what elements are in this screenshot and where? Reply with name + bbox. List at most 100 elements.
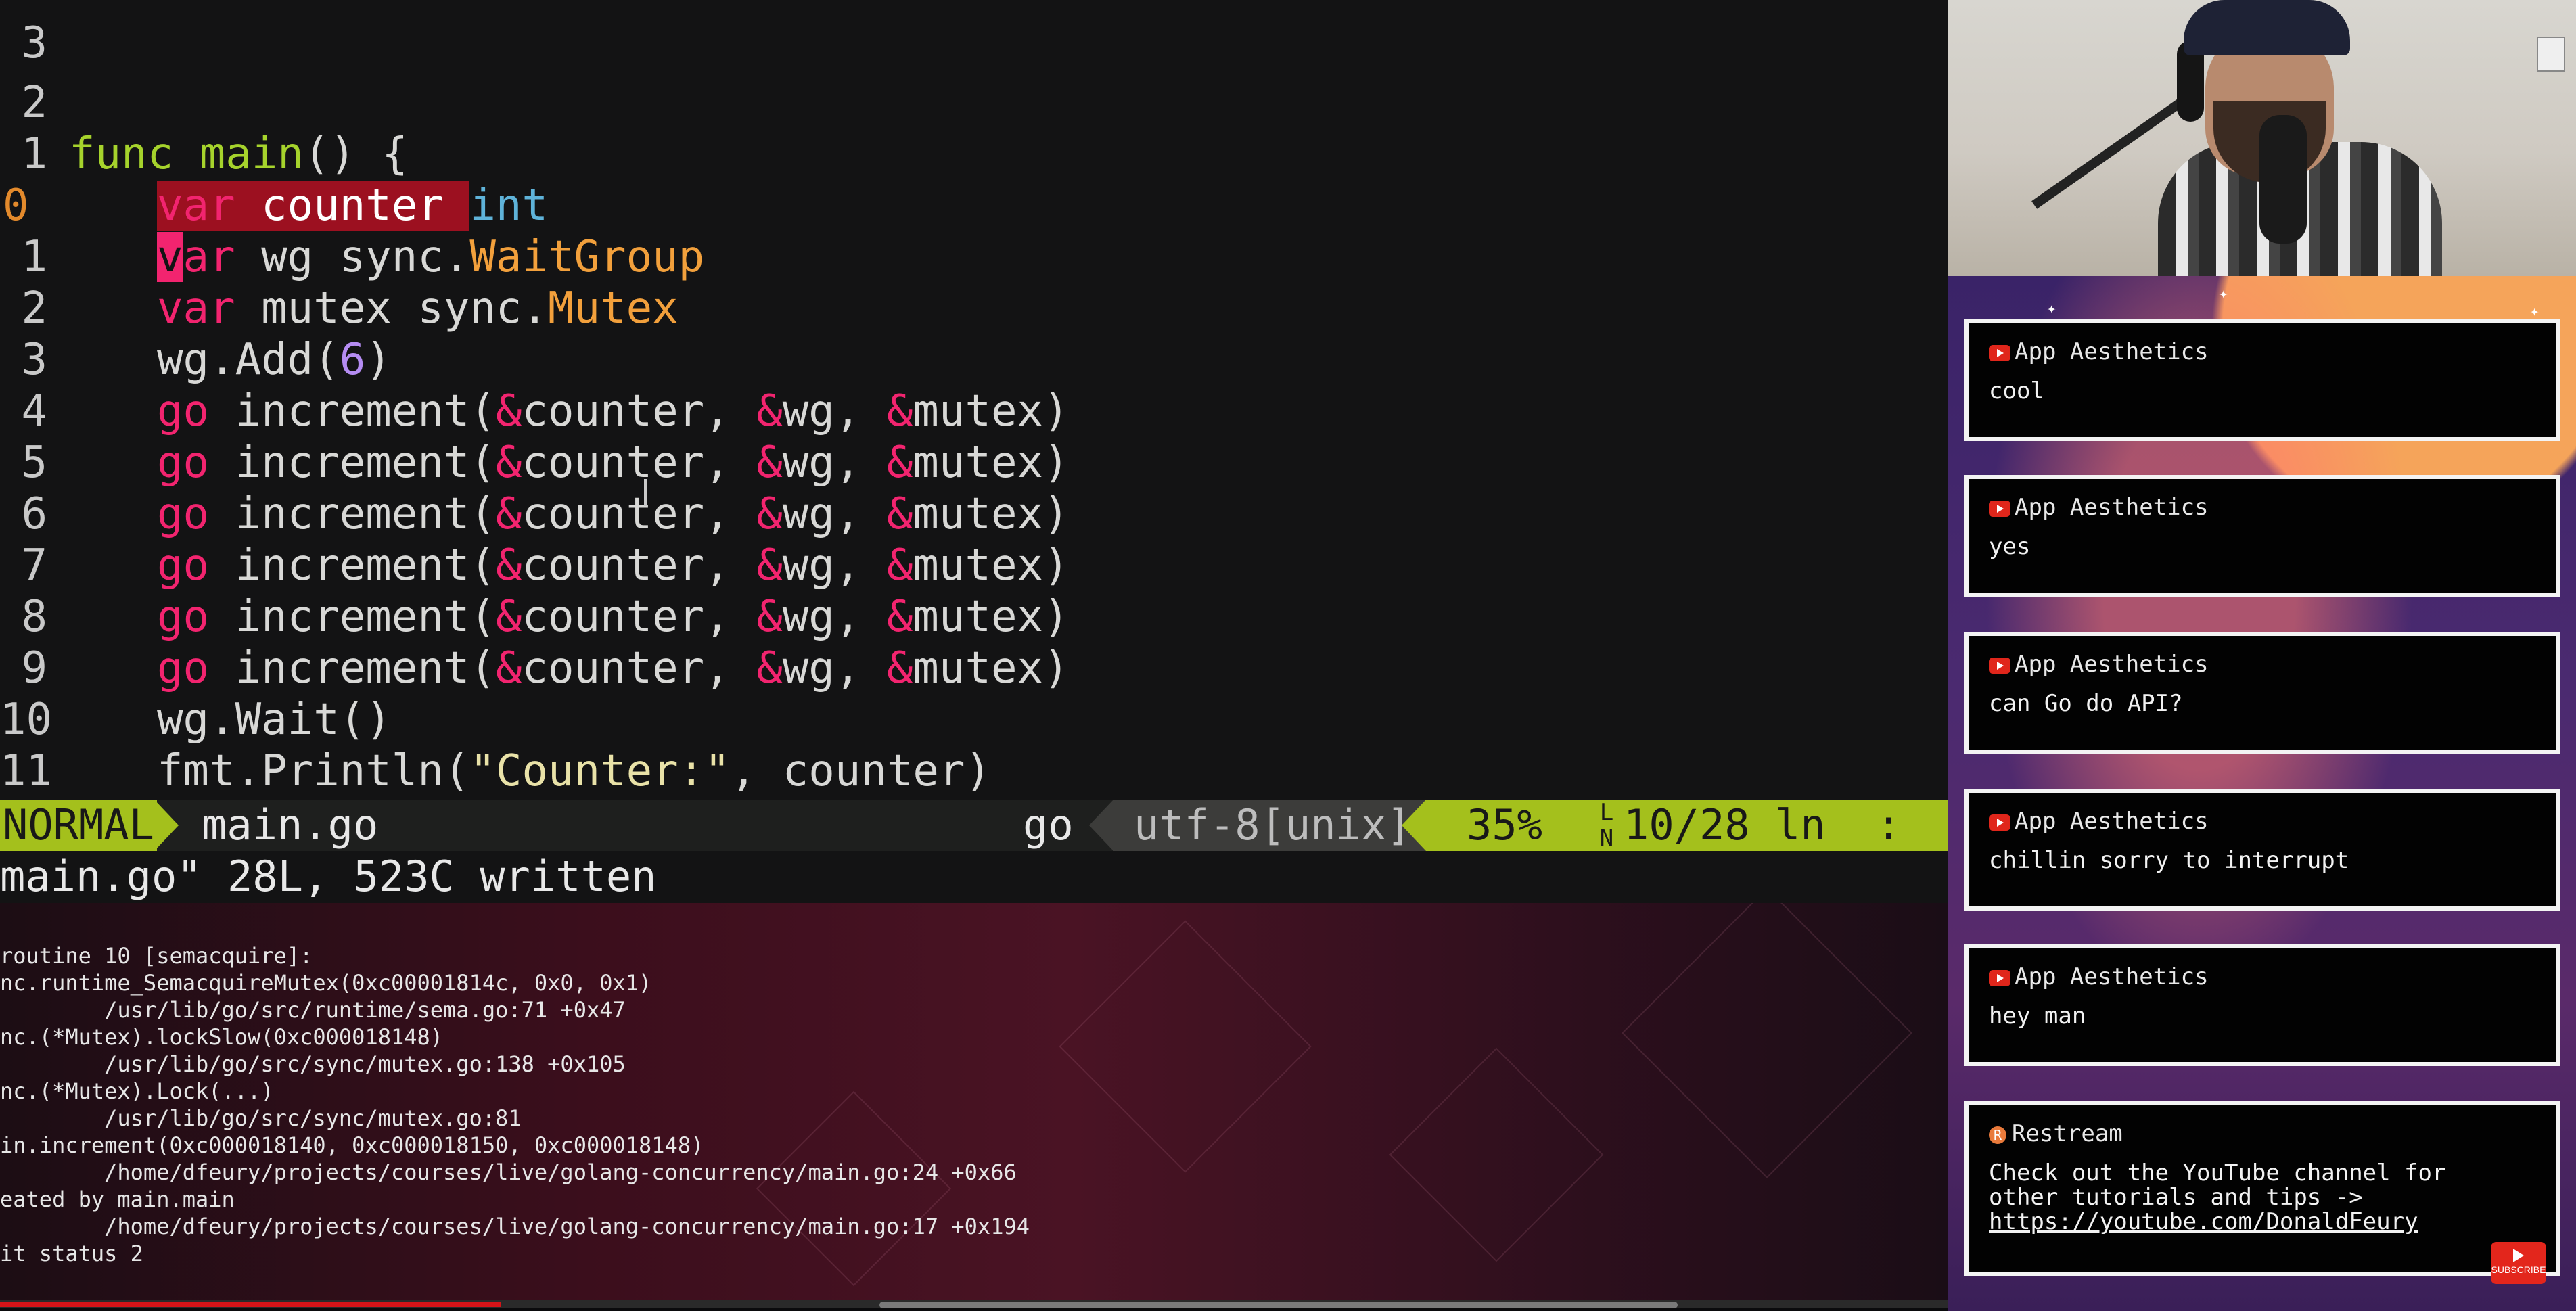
chat-message: App Aesthetics can Go do API? <box>1964 632 2560 754</box>
arg: wg, <box>782 540 887 591</box>
vim-statusline: NORMAL main.go go utf-8[unix] 35% LN 10/… <box>0 800 1948 851</box>
code-text: wg.Add(6) <box>157 334 392 386</box>
code-line: 10 fmt.Println("Counter:", counter) <box>0 643 991 796</box>
code-text: wg.Wait() <box>157 695 392 745</box>
chat-text: hey man <box>1989 1003 2086 1030</box>
arg: mutex) <box>913 643 1070 693</box>
amp-operator: & <box>756 592 783 642</box>
type-name: int <box>469 181 548 231</box>
code-text: go increment(&counter, &wg, &mutex) <box>157 591 1070 643</box>
filetype: go <box>1023 800 1074 850</box>
chat-author: Restream <box>2012 1120 2123 1147</box>
arg: mutex) <box>913 592 1070 642</box>
code-line-current: 0 var wg sync.WaitGroup <box>0 129 704 282</box>
arg: mutex) <box>913 386 1070 436</box>
code-call: increment( <box>209 540 496 591</box>
cursor-position: 10/28 ln : 5 <box>1624 800 1948 850</box>
ln-icon-bottom: N <box>1599 825 1614 852</box>
amp-operator: & <box>886 438 913 488</box>
code-text: var mutex sync.Mutex <box>157 283 678 334</box>
amp-operator: & <box>495 438 522 488</box>
code-line: 9 wg.Wait() <box>0 591 391 745</box>
amp-operator: & <box>886 592 913 642</box>
terminal-line: /usr/lib/go/src/sync/mutex.go:138 +0x105 <box>0 1051 626 1077</box>
code-punct: () { <box>303 129 408 179</box>
cursor-position-section: 35% LN 10/28 ln : 5 <box>1426 800 1948 851</box>
chat-message: R Restream Check out the YouTube channel … <box>1964 1101 2560 1276</box>
keyword-go: go <box>157 540 210 591</box>
amp-operator: & <box>886 386 913 436</box>
chat-text: Check out the YouTube channel for <box>1989 1159 2446 1187</box>
code-text: go increment(&counter, &wg, &mutex) <box>157 540 1070 591</box>
code-line: 6 go increment(&counter, &wg, &mutex) <box>0 437 1069 591</box>
chat-author-row: App Aesthetics <box>1989 649 2209 679</box>
file-encoding: utf-8[unix] <box>1113 800 1412 851</box>
microphone <box>2259 115 2307 244</box>
chat-text: chillin sorry to interrupt <box>1989 847 2349 874</box>
identifier: mutex sync. <box>235 283 548 334</box>
line-number-icon: LN <box>1596 800 1617 851</box>
code-line: 11 } <box>0 694 104 848</box>
vim-editor[interactable]: 3 2 func main() { 1 var counter int 0 va… <box>0 0 1948 903</box>
amp-operator: & <box>886 540 913 591</box>
chat-author-row: R Restream <box>1989 1119 2123 1149</box>
chat-author: App Aesthetics <box>2015 338 2209 365</box>
terminal-line: routine 10 [semacquire]: <box>0 943 313 969</box>
code-call: increment( <box>209 592 496 642</box>
keyword-go: go <box>157 489 210 539</box>
chat-author: App Aesthetics <box>2015 494 2209 521</box>
terminal-line: it status 2 <box>0 1241 143 1266</box>
arg: wg, <box>782 386 887 436</box>
amp-operator: & <box>495 540 522 591</box>
star-icon: ✦ <box>2219 285 2228 302</box>
code-text: var counter int <box>157 180 548 231</box>
code-line: 4 go increment(&counter, &wg, &mutex) <box>0 334 1069 488</box>
youtube-icon <box>1989 814 2010 831</box>
video-progress-bar[interactable] <box>0 1302 501 1307</box>
code-line: 1 var mutex sync.Mutex <box>0 180 678 334</box>
subscribe-label: SUBSCRIBE <box>2491 1264 2546 1275</box>
star-icon: ✦ <box>2530 303 2539 320</box>
code-text: go increment(&counter, &wg, &mutex) <box>157 643 1070 694</box>
youtube-icon <box>1989 657 2010 674</box>
terminal-line: in.increment(0xc000018140, 0xc000018150,… <box>0 1132 704 1158</box>
filename: main.go <box>202 800 379 850</box>
identifier: wg sync. <box>235 232 470 282</box>
chat-text: cool <box>1989 377 2044 405</box>
background-diamond-shape <box>1622 903 1912 1178</box>
chat-message: App Aesthetics hey man <box>1964 944 2560 1066</box>
chat-author-row: App Aesthetics <box>1989 806 2209 836</box>
amp-operator: & <box>756 489 783 539</box>
type-name: WaitGroup <box>469 232 705 282</box>
code-punct: , counter) <box>730 746 991 796</box>
terminal-line: nc.(*Mutex).Lock(...) <box>0 1078 274 1104</box>
arg: mutex) <box>913 489 1070 539</box>
powerline-arrow-icon <box>1089 800 1113 851</box>
background-diamond-shape <box>756 1090 952 1287</box>
terminal-output[interactable]: routine 10 [semacquire]: nc.runtime_Sema… <box>0 903 1948 1306</box>
subscribe-button[interactable]: SUBSCRIBE <box>2491 1242 2546 1284</box>
code-line: 2 func main() { <box>0 26 407 179</box>
scrollbar-handle[interactable] <box>879 1302 1678 1308</box>
chat-author: App Aesthetics <box>2015 651 2209 678</box>
command-message: main.go" 28L, 523C written <box>0 852 657 901</box>
youtube-icon <box>1989 344 2010 361</box>
code-text: fmt.Println("Counter:", counter) <box>157 745 991 797</box>
arg: counter, <box>522 540 757 591</box>
chat-link[interactable]: https://youtube.com/DonaldFeury <box>1989 1210 2418 1234</box>
keyword-go: go <box>157 386 210 436</box>
powerline-arrow-icon <box>1402 800 1426 851</box>
amp-operator: & <box>495 643 522 693</box>
amp-operator: & <box>495 386 522 436</box>
chat-text: other tutorials and tips -> <box>1989 1184 2363 1211</box>
amp-operator: & <box>756 438 783 488</box>
chat-text: yes <box>1989 533 2031 560</box>
arg: counter, <box>522 489 757 539</box>
partial-line: 3 <box>0 0 104 68</box>
terminal-line: /home/dfeury/projects/courses/live/golan… <box>0 1159 1017 1185</box>
chat-author-row: App Aesthetics <box>1989 492 2209 522</box>
youtube-icon <box>1989 969 2010 986</box>
arg: mutex) <box>913 438 1070 488</box>
code-call: increment( <box>209 438 496 488</box>
terminal-line: /home/dfeury/projects/courses/live/golan… <box>0 1214 1030 1239</box>
